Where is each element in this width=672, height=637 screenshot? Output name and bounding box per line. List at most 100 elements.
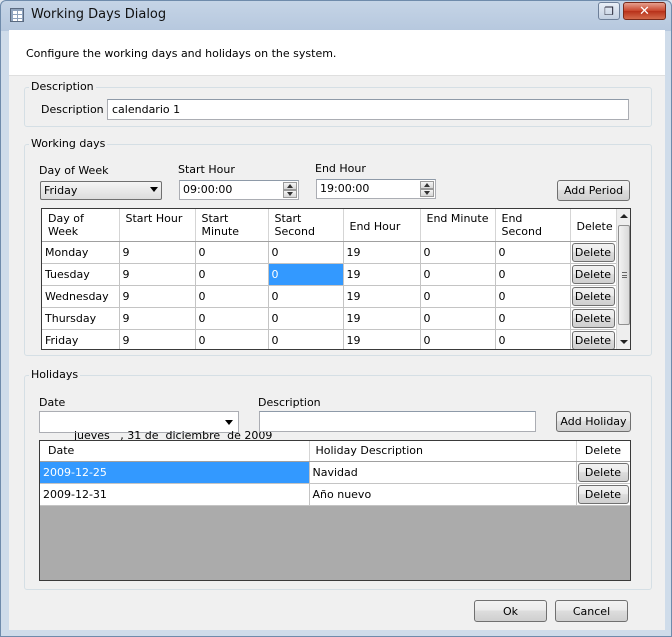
restore-button[interactable]: ❐: [598, 2, 620, 20]
cell-day[interactable]: Friday: [42, 329, 120, 349]
cell-start-second[interactable]: 0: [268, 307, 344, 330]
col-header-start-second[interactable]: Start Second: [268, 209, 344, 242]
cell-end-second[interactable]: 0: [495, 329, 571, 349]
table-row[interactable]: Thursday 9 0 0 19 0 0 Delete: [42, 307, 617, 330]
calendar-description-input[interactable]: calendario 1: [107, 99, 629, 120]
table-row[interactable]: Wednesday 9 0 0 19 0 0 Delete: [42, 285, 617, 308]
title-bar[interactable]: Working Days Dialog ❐ ✕: [1, 1, 671, 29]
dialog-client-area: Configure the working days and holidays …: [9, 30, 665, 630]
cell-start-second-selected[interactable]: 0: [268, 263, 344, 286]
scroll-up-icon[interactable]: [620, 214, 628, 218]
cell-delete: Delete: [570, 285, 617, 308]
end-hour-label: End Hour: [315, 162, 366, 175]
cell-end-minute[interactable]: 0: [420, 329, 496, 349]
holiday-description-input[interactable]: [259, 411, 536, 432]
ok-button[interactable]: Ok: [474, 600, 547, 622]
cell-end-hour[interactable]: 19: [343, 285, 421, 308]
restore-icon: ❐: [604, 4, 614, 18]
cell-end-hour[interactable]: 19: [343, 263, 421, 286]
spin-down-icon[interactable]: [420, 189, 434, 197]
cancel-button[interactable]: Cancel: [555, 600, 628, 622]
start-hour-value: 09:00:00: [183, 183, 233, 196]
end-hour-stepper[interactable]: [420, 181, 434, 198]
col-header-start-hour[interactable]: Start Hour: [119, 209, 196, 242]
cell-delete: Delete: [570, 329, 617, 349]
cell-day[interactable]: Tuesday: [42, 263, 120, 286]
cell-end-second[interactable]: 0: [495, 263, 571, 286]
start-hour-label: Start Hour: [178, 163, 235, 176]
delete-row-button[interactable]: Delete: [571, 264, 615, 284]
cell-day[interactable]: Thursday: [42, 307, 120, 330]
add-period-button[interactable]: Add Period: [557, 180, 630, 201]
spin-up-icon[interactable]: [283, 182, 297, 190]
cell-start-minute[interactable]: 0: [195, 263, 269, 286]
cell-start-second[interactable]: 0: [268, 285, 344, 308]
cell-start-hour[interactable]: 9: [119, 329, 196, 349]
cell-start-minute[interactable]: 0: [195, 329, 269, 349]
cell-end-minute[interactable]: 0: [420, 241, 496, 264]
cell-end-second[interactable]: 0: [495, 285, 571, 308]
delete-holiday-button[interactable]: Delete: [577, 484, 629, 504]
col-header-start-minute[interactable]: Start Minute: [195, 209, 269, 242]
cell-start-hour[interactable]: 9: [119, 263, 196, 286]
col-header-day-of-week[interactable]: Day of Week: [42, 209, 120, 242]
day-of-week-value: Friday: [44, 184, 78, 197]
cell-start-minute[interactable]: 0: [195, 307, 269, 330]
cell-start-second[interactable]: 0: [268, 241, 344, 264]
cell-start-hour[interactable]: 9: [119, 285, 196, 308]
add-holiday-button[interactable]: Add Holiday: [556, 411, 631, 432]
col-header-end-hour[interactable]: End Hour: [343, 209, 421, 242]
table-row[interactable]: Monday 9 0 0 19 0 0 Delete: [42, 241, 617, 264]
col-header-end-second[interactable]: End Second: [495, 209, 571, 242]
cell-holiday-description[interactable]: Año nuevo: [309, 483, 577, 506]
cell-date-selected[interactable]: 2009-12-25: [40, 461, 310, 484]
working-days-table[interactable]: Day of Week Start Hour Start Minute Star…: [41, 208, 631, 350]
cell-day[interactable]: Wednesday: [42, 285, 120, 308]
cell-end-second[interactable]: 0: [495, 307, 571, 330]
spin-up-icon[interactable]: [420, 181, 434, 189]
col-header-holiday-description[interactable]: Holiday Description: [309, 441, 577, 462]
end-hour-spinner[interactable]: 19:00:00: [316, 179, 436, 199]
cell-start-hour[interactable]: 9: [119, 307, 196, 330]
cell-date[interactable]: 2009-12-31: [40, 483, 310, 506]
chevron-down-icon: [150, 187, 158, 192]
header-instructions: Configure the working days and holidays …: [26, 47, 337, 60]
cell-end-minute[interactable]: 0: [420, 263, 496, 286]
table-row[interactable]: Tuesday 9 0 0 19 0 0 Delete: [42, 263, 617, 286]
col-header-end-minute[interactable]: End Minute: [420, 209, 496, 242]
start-hour-stepper[interactable]: [283, 182, 297, 199]
cell-end-hour[interactable]: 19: [343, 307, 421, 330]
table-row[interactable]: Friday 9 0 0 19 0 0 Delete: [42, 329, 617, 349]
delete-holiday-button[interactable]: Delete: [577, 462, 629, 482]
col-header-date[interactable]: Date: [40, 441, 310, 462]
day-of-week-label: Day of Week: [39, 164, 109, 177]
cell-holiday-description[interactable]: Navidad: [309, 461, 577, 484]
cell-day[interactable]: Monday: [42, 241, 120, 264]
cell-end-minute[interactable]: 0: [420, 307, 496, 330]
start-hour-spinner[interactable]: 09:00:00: [179, 180, 299, 200]
close-button[interactable]: ✕: [623, 2, 666, 20]
holidays-table[interactable]: Date Holiday Description Delete 2009-12-…: [39, 440, 631, 581]
delete-row-button[interactable]: Delete: [571, 242, 615, 262]
day-of-week-select[interactable]: Friday: [40, 181, 162, 200]
table-row[interactable]: 2009-12-31 Año nuevo Delete: [40, 483, 630, 506]
scroll-thumb[interactable]: [618, 225, 630, 325]
scroll-down-icon[interactable]: [620, 340, 628, 344]
cell-start-second[interactable]: 0: [268, 329, 344, 349]
col-header-delete: Delete: [570, 209, 617, 242]
cell-end-hour[interactable]: 19: [343, 241, 421, 264]
cell-end-second[interactable]: 0: [495, 241, 571, 264]
delete-row-button[interactable]: Delete: [571, 308, 615, 328]
delete-row-button[interactable]: Delete: [571, 330, 615, 349]
spin-down-icon[interactable]: [283, 190, 297, 198]
end-hour-value: 19:00:00: [320, 182, 370, 195]
table-row[interactable]: 2009-12-25 Navidad Delete: [40, 461, 630, 484]
cell-start-minute[interactable]: 0: [195, 285, 269, 308]
cell-start-minute[interactable]: 0: [195, 241, 269, 264]
delete-row-button[interactable]: Delete: [571, 286, 615, 306]
working-days-scrollbar[interactable]: [616, 209, 630, 349]
cell-end-minute[interactable]: 0: [420, 285, 496, 308]
cell-start-hour[interactable]: 9: [119, 241, 196, 264]
holiday-date-picker[interactable]: jueves , 31 de diciembre de 2009: [39, 411, 272, 442]
cell-end-hour[interactable]: 19: [343, 329, 421, 349]
